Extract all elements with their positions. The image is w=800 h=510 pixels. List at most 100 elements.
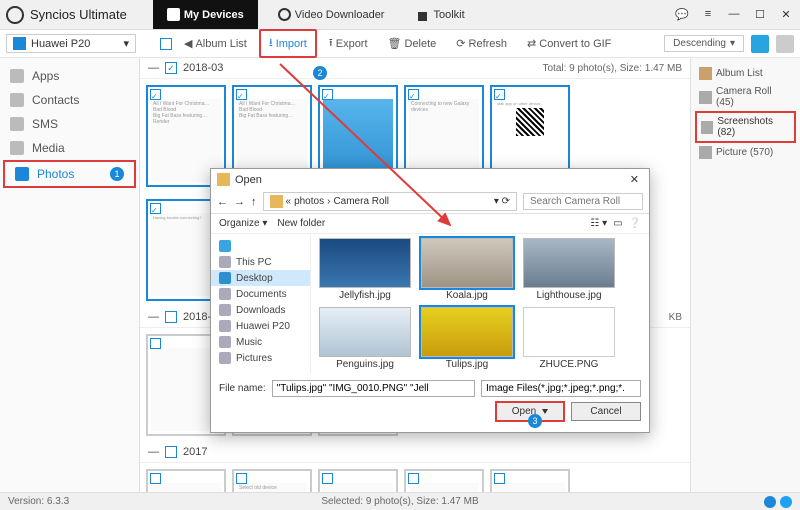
new-folder-button[interactable]: New folder (277, 218, 325, 229)
maximize-icon[interactable]: ☐ (752, 8, 768, 21)
device-selector[interactable]: Huawei P20 ▾ (6, 34, 136, 53)
file-item[interactable]: Tulips.jpg (419, 307, 515, 370)
thumb-checkbox[interactable] (150, 338, 161, 349)
tree-item-camera-roll[interactable]: Camera Roll (45) (695, 83, 796, 111)
thumb-checkbox[interactable] (322, 473, 333, 484)
device-folder-item[interactable]: Huawei P20 (211, 318, 310, 334)
refresh-button[interactable]: ⟳ Refresh (448, 34, 515, 53)
tab-toolkit[interactable]: Toolkit (404, 0, 478, 29)
thumb-checkbox[interactable] (494, 473, 505, 484)
nav-up-icon[interactable]: ↑ (251, 196, 257, 208)
sidebar-item-sms[interactable]: SMS (0, 112, 139, 136)
export-button[interactable]: ⭱ Export (321, 31, 376, 56)
photos-icon (15, 167, 29, 181)
close-icon[interactable]: ✕ (778, 8, 794, 21)
action-toolbar: Huawei P20 ▾ ◀ Album List ⭳ Import ⭱ Exp… (0, 30, 800, 58)
photo-thumb[interactable] (146, 469, 226, 492)
import-icon: ⭳ (269, 34, 273, 53)
filetype-dropdown[interactable] (481, 380, 641, 397)
view-grid-icon[interactable] (751, 35, 769, 53)
music-item[interactable]: Music (211, 334, 310, 350)
facebook-icon[interactable] (764, 496, 776, 508)
pictures-item[interactable]: Pictures (211, 350, 310, 366)
sidebar-item-contacts[interactable]: Contacts (0, 88, 139, 112)
group-header[interactable]: — ✓ 2018-03 Total: 9 photo(s), Size: 1.4… (140, 58, 690, 79)
twitter-icon[interactable] (780, 496, 792, 508)
file-item[interactable]: Lighthouse.jpg (521, 238, 617, 301)
quick-access-item[interactable] (211, 238, 310, 254)
file-item[interactable]: Penguins.jpg (317, 307, 413, 370)
photo-thumb[interactable] (318, 469, 398, 492)
thumb-checkbox[interactable] (150, 89, 161, 100)
tree-item-screenshots[interactable]: Screenshots (82) (695, 111, 796, 143)
downloads-item[interactable]: Downloads (211, 302, 310, 318)
menu-icon[interactable]: ≡ (700, 8, 716, 21)
thumb-checkbox[interactable] (322, 89, 333, 100)
export-icon: ⭱ (329, 34, 333, 53)
desktop-icon (219, 272, 231, 284)
group-checkbox[interactable] (165, 311, 177, 323)
camera-icon (699, 91, 712, 104)
file-thumb (319, 307, 411, 357)
import-button[interactable]: ⭳ Import (259, 29, 317, 58)
group-checkbox[interactable]: ✓ (165, 62, 177, 74)
group-name: 2017 (183, 446, 207, 458)
thumb-checkbox[interactable] (494, 89, 505, 100)
thumb-checkbox[interactable] (150, 203, 161, 214)
group-header[interactable]: — 2017 (140, 442, 690, 463)
dialog-close-icon[interactable]: ✕ (626, 173, 643, 186)
file-item[interactable]: ZHUCE.PNG (521, 307, 617, 370)
thumb-checkbox[interactable] (408, 473, 419, 484)
thumb-checkbox[interactable] (236, 473, 247, 484)
delete-button[interactable]: 🗑 Delete (380, 34, 445, 53)
app-brand: Syncios Ultimate (30, 7, 127, 22)
view-mode-icon[interactable]: ☷ ▾ (590, 218, 607, 229)
group-checkbox[interactable] (165, 446, 177, 458)
documents-icon (219, 288, 231, 300)
dialog-sidebar: This PC Desktop Documents Downloads Huaw… (211, 234, 311, 374)
version-label: Version: 6.3.3 (8, 496, 69, 507)
sidebar-item-media[interactable]: Media (0, 136, 139, 160)
chat-icon[interactable]: 💬 (674, 8, 690, 21)
filename-input[interactable] (272, 380, 475, 397)
photo-thumb[interactable]: Select old device (232, 469, 312, 492)
sidebar-item-photos[interactable]: Photos1 (3, 160, 136, 188)
select-all-checkbox[interactable] (160, 38, 172, 50)
tree-item-picture[interactable]: Picture (570) (695, 143, 796, 162)
nav-back-icon[interactable]: ← (217, 196, 228, 208)
organize-dropdown[interactable]: Organize ▾ (219, 218, 267, 229)
file-item[interactable]: Jellyfish.jpg (317, 238, 413, 301)
thumb-checkbox[interactable] (408, 89, 419, 100)
cancel-button[interactable]: Cancel (571, 402, 641, 421)
trash-icon: 🗑 (388, 37, 402, 50)
dialog-search-input[interactable] (523, 193, 643, 210)
device-icon (167, 8, 180, 21)
view-calendar-icon[interactable] (776, 35, 794, 53)
thumb-checkbox[interactable] (236, 89, 247, 100)
phone-icon (219, 320, 231, 332)
step-badge-2: 2 (313, 66, 327, 80)
album-list-button[interactable]: ◀ Album List (176, 34, 255, 53)
minimize-icon[interactable]: — (726, 8, 742, 21)
nav-fwd-icon[interactable]: → (234, 196, 245, 208)
sidebar-item-apps[interactable]: Apps (0, 64, 139, 88)
preview-pane-icon[interactable]: ▭ (613, 218, 622, 229)
photo-thumb[interactable] (490, 469, 570, 492)
tab-video-downloader[interactable]: Video Downloader (264, 0, 399, 29)
breadcrumb[interactable]: « photos› Camera Roll ▾ ⟳ (263, 192, 518, 211)
this-pc-item[interactable]: This PC (211, 254, 310, 270)
tree-root[interactable]: Album List (695, 64, 796, 83)
file-item[interactable]: Koala.jpg (419, 238, 515, 301)
photo-thumb[interactable] (404, 469, 484, 492)
file-thumb (319, 238, 411, 288)
sort-dropdown[interactable]: Descending▾ (664, 35, 744, 52)
desktop-item[interactable]: Desktop (211, 270, 310, 286)
convert-gif-button[interactable]: ⇄ Convert to GIF (519, 34, 619, 53)
tab-my-devices[interactable]: My Devices (153, 0, 258, 29)
cloud-icon (219, 240, 231, 252)
apps-icon (10, 69, 24, 83)
thumb-checkbox[interactable] (150, 473, 161, 484)
step-badge-3: 3 (528, 414, 542, 428)
documents-item[interactable]: Documents (211, 286, 310, 302)
help-icon[interactable]: ❔ (629, 218, 641, 229)
